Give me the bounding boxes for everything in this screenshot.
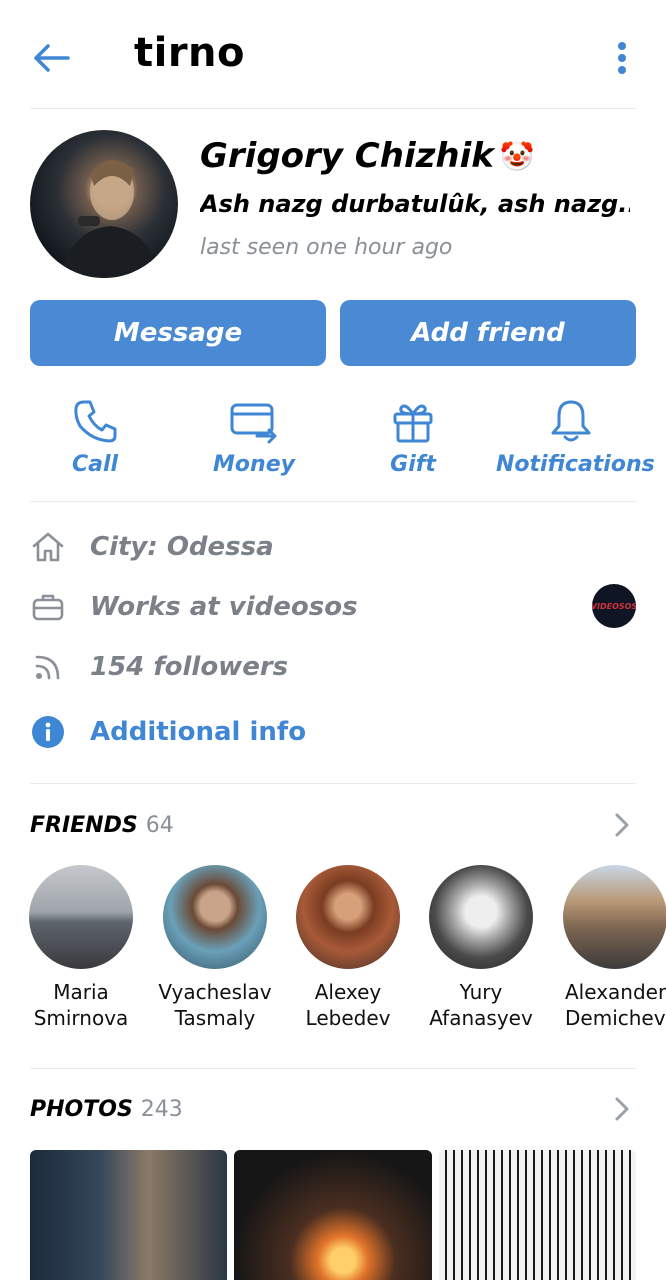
followers-text: 154 followers [90, 652, 289, 682]
additional-info-row[interactable]: Additional info [30, 712, 636, 752]
info-icon [32, 716, 64, 748]
friend-item[interactable]: Maria Smirnova [14, 865, 148, 1031]
city-text: City: Odessa [90, 532, 274, 562]
notifications-action[interactable]: Notifications [496, 392, 655, 477]
friend-name: Maria Smirnova [14, 979, 148, 1031]
briefcase-icon [32, 594, 64, 621]
call-label: Call [71, 452, 119, 477]
friend-item[interactable]: Vyacheslav Tasmaly [148, 865, 282, 1031]
friend-first-name: Maria [53, 980, 109, 1004]
more-vertical-icon [618, 42, 626, 74]
friends-count: 64 [145, 813, 174, 838]
phone-icon [74, 400, 117, 443]
friends-title: FRIENDS [30, 813, 138, 838]
additional-info-text: Additional info [90, 717, 307, 747]
friend-last-name: Smirnova [33, 1006, 129, 1030]
friends-divider [30, 1068, 636, 1069]
friend-item[interactable]: Alexander Demichev [547, 865, 666, 1031]
work-row[interactable]: Works at videosos [30, 587, 636, 627]
friend-first-name: Yury [459, 980, 503, 1004]
friend-name: Alexey Lebedev [281, 979, 415, 1031]
photos-chevron-button[interactable] [610, 1094, 634, 1124]
photos-count: 243 [140, 1097, 183, 1122]
friend-name: Alexander Demichev [547, 979, 666, 1031]
company-logo-text: VIDEOSOS [592, 601, 636, 611]
followers-row[interactable]: 154 followers [30, 647, 636, 687]
chevron-right-icon [615, 1097, 629, 1121]
friend-last-name: Demichev [565, 1006, 666, 1030]
info-divider [30, 783, 636, 784]
rss-icon [35, 655, 60, 680]
profile-name: Grigory Chizhik 🤡 [200, 136, 535, 176]
friend-first-name: Vyacheslav [158, 980, 272, 1004]
gift-label: Gift [390, 452, 436, 477]
last-seen: last seen one hour ago [200, 235, 453, 260]
friend-item[interactable]: Alexey Lebedev [281, 865, 415, 1031]
friend-avatar [163, 865, 267, 969]
add-friend-button[interactable]: Add friend [340, 300, 636, 366]
money-action[interactable]: Money [179, 392, 329, 477]
back-button[interactable] [30, 38, 72, 78]
photos-title: PHOTOS [30, 1097, 133, 1122]
photo-thumbnail[interactable] [439, 1150, 636, 1280]
more-button[interactable] [606, 38, 638, 78]
photos-header[interactable]: PHOTOS 243 [30, 1097, 183, 1122]
friends-header[interactable]: FRIENDS 64 [30, 813, 174, 838]
notifications-label: Notifications [496, 452, 655, 477]
friend-avatar [563, 865, 666, 969]
avatar-photo [60, 159, 160, 278]
profile-status: Ash nazg durbatulûk, ash nazg... [200, 190, 630, 218]
friend-first-name: Alexey [314, 980, 382, 1004]
photo-thumbnail[interactable] [234, 1150, 432, 1280]
friend-last-name: Lebedev [305, 1006, 391, 1030]
header-divider [30, 108, 636, 109]
home-icon [32, 532, 64, 562]
gift-icon [393, 404, 433, 443]
city-row: City: Odessa [30, 527, 636, 567]
money-transfer-icon [230, 403, 277, 444]
money-label: Money [213, 452, 295, 477]
friend-avatar [29, 865, 133, 969]
company-logo[interactable]: VIDEOSOS [592, 584, 636, 628]
work-text: Works at videosos [90, 592, 358, 622]
friend-name: Vyacheslav Tasmaly [148, 979, 282, 1031]
page-title: tirno [134, 30, 246, 76]
friends-chevron-button[interactable] [610, 810, 634, 840]
photo-thumbnail[interactable] [30, 1150, 227, 1280]
call-action[interactable]: Call [20, 392, 170, 477]
friend-item[interactable]: Yury Afanasyev [414, 865, 548, 1031]
gift-action[interactable]: Gift [338, 392, 488, 477]
friend-last-name: Afanasyev [429, 1006, 533, 1030]
arrow-left-icon [34, 44, 70, 72]
bell-icon [551, 400, 591, 442]
friend-last-name: Tasmaly [174, 1006, 256, 1030]
friend-avatar [296, 865, 400, 969]
profile-name-text: Grigory Chizhik [200, 136, 494, 176]
message-button[interactable]: Message [30, 300, 326, 366]
friend-avatar [429, 865, 533, 969]
actions-divider [30, 501, 636, 502]
clown-emoji-icon: 🤡 [499, 139, 535, 173]
chevron-right-icon [615, 813, 629, 837]
avatar[interactable] [30, 130, 178, 278]
friend-first-name: Alexander [565, 980, 666, 1004]
friend-name: Yury Afanasyev [414, 979, 548, 1031]
